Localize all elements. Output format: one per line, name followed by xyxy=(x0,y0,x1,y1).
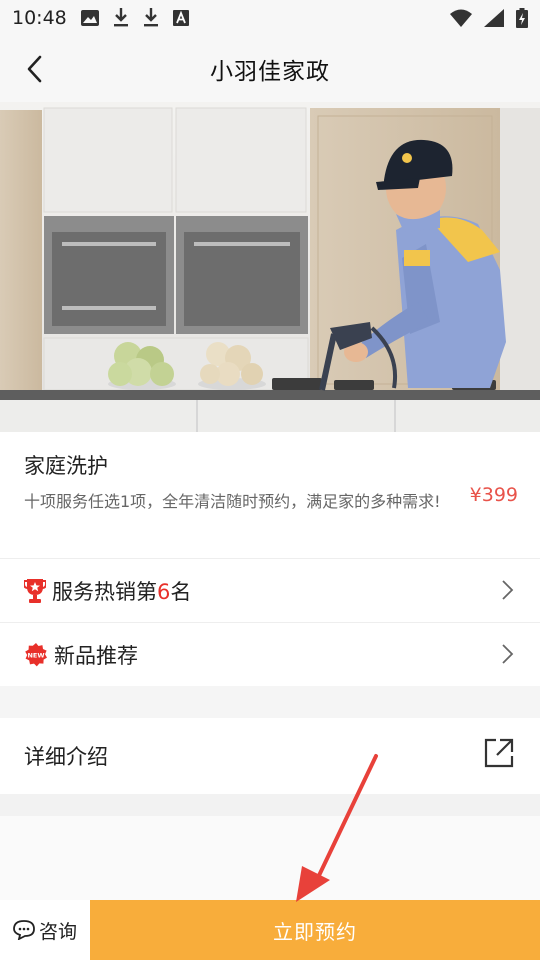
book-now-label: 立即预约 xyxy=(273,919,357,944)
service-description: 十项服务任选1项，全年清洁随时预约，满足家的多种需求! xyxy=(24,492,441,511)
hero-image xyxy=(0,102,540,432)
service-info-card: 家庭洗护 十项服务任选1项，全年清洁随时预约，满足家的多种需求! ¥399 xyxy=(0,432,540,558)
status-bar: 10:48 xyxy=(0,0,540,36)
back-button[interactable] xyxy=(18,52,50,86)
service-price: ¥399 xyxy=(469,484,518,506)
wifi-icon xyxy=(450,9,472,27)
rank-suffix: 名 xyxy=(170,579,192,604)
rank-number: 6 xyxy=(157,579,171,604)
hot-sales-rank-label: 服务热销第6名 xyxy=(52,576,191,606)
new-badge-text: NEW xyxy=(27,651,44,659)
download-icon xyxy=(143,8,158,27)
new-badge-icon: NEW xyxy=(25,642,47,666)
chat-bubble-icon xyxy=(13,920,35,940)
content-area xyxy=(0,816,540,906)
service-title: 家庭洗护 xyxy=(24,454,108,478)
chevron-left-icon xyxy=(27,55,42,83)
font-a-icon xyxy=(172,10,189,26)
detail-intro-label: 详细介绍 xyxy=(24,745,108,769)
section-divider xyxy=(0,794,540,816)
image-icon xyxy=(80,10,99,26)
new-product-row[interactable]: NEW 新品推荐 xyxy=(0,622,540,686)
status-left-icons xyxy=(80,8,189,28)
consult-button[interactable]: 咨询 xyxy=(0,900,90,960)
signal-icon xyxy=(484,9,504,27)
rank-prefix: 服务热销第 xyxy=(52,579,157,604)
status-time: 10:48 xyxy=(12,7,67,29)
new-product-label: 新品推荐 xyxy=(54,643,138,668)
detail-intro-row[interactable]: 详细介绍 xyxy=(0,718,540,794)
trophy-icon xyxy=(24,578,46,603)
status-right-icons xyxy=(450,8,528,28)
page-title: 小羽佳家政 xyxy=(210,59,330,85)
chevron-right-icon xyxy=(502,644,514,664)
chevron-right-icon xyxy=(502,580,514,600)
consult-label: 咨询 xyxy=(38,920,77,943)
hot-sales-rank-row[interactable]: 服务热销第6名 xyxy=(0,558,540,622)
battery-charging-icon xyxy=(516,8,528,28)
download-icon xyxy=(113,8,128,27)
kitchen-worker-illustration xyxy=(0,102,540,432)
nav-bar: 小羽佳家政 xyxy=(0,36,540,102)
external-link-icon xyxy=(484,738,514,768)
book-now-button[interactable]: 立即预约 xyxy=(90,900,540,960)
